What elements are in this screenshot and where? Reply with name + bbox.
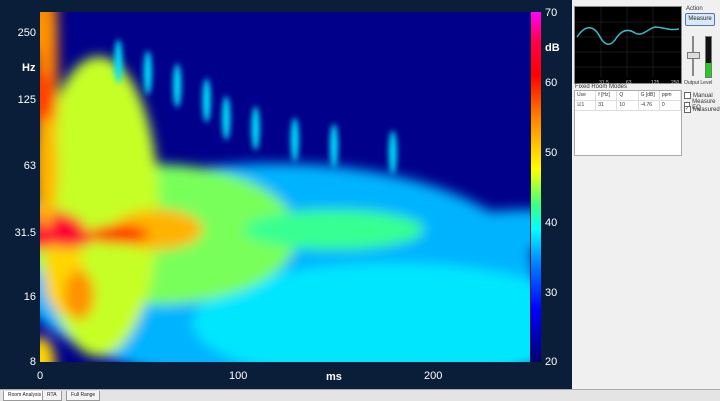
cbar-tick-20: 20	[545, 356, 558, 368]
x-tick-100: 100	[229, 370, 248, 382]
x-tick-0: 0	[37, 370, 44, 382]
checkbox-box-checked[interactable]: ✓	[684, 106, 691, 113]
output-level-label: Output Level	[684, 80, 713, 86]
cbar-tick-50: 50	[545, 147, 558, 159]
level-meter	[705, 36, 712, 78]
mini-tick-125: 125	[651, 80, 660, 86]
heatmap-cell	[64, 270, 95, 321]
heatmap-cell	[222, 96, 231, 141]
cell-q[interactable]: 10	[617, 101, 639, 110]
y-tick-63: 63	[23, 160, 36, 172]
colorbar	[531, 12, 541, 362]
tab-bar: Room Analysis RTA Full Range	[0, 389, 720, 401]
colorbar-unit: dB	[545, 42, 560, 54]
heatmap-cell	[244, 209, 424, 250]
mini-chart-svg	[575, 7, 681, 77]
table-row[interactable]: ☑1 31 10 -4.76 0	[575, 101, 682, 111]
cbar-tick-70: 70	[545, 7, 558, 19]
x-tick-200: 200	[424, 370, 443, 382]
cell-gain[interactable]: -4.76	[639, 101, 660, 110]
measured-checkbox[interactable]: ✓ Measured	[684, 106, 720, 113]
measure-button[interactable]: Measure	[685, 13, 715, 26]
measured-label: Measured	[693, 106, 720, 113]
y-tick-31-5: 31.5	[14, 227, 36, 239]
checkbox-box[interactable]	[684, 92, 691, 99]
manual-label: Manual	[693, 92, 713, 99]
mini-tick-250: 250	[671, 80, 680, 86]
y-tick-250: 250	[17, 27, 36, 39]
decay-heatmap	[40, 12, 530, 362]
x-axis-unit: ms	[326, 371, 342, 383]
col-ppm: ppm	[660, 91, 682, 100]
action-label: Action	[686, 6, 703, 12]
output-level-slider-thumb[interactable]	[687, 52, 700, 59]
y-tick-8: 8	[29, 356, 36, 368]
heatmap-cell	[202, 78, 211, 123]
y-axis-unit: Hz	[22, 62, 36, 74]
heatmap-cell	[44, 227, 95, 248]
cell-use[interactable]: ☑1	[575, 101, 597, 110]
heatmap-cell	[114, 39, 123, 84]
cell-freq[interactable]: 31	[596, 101, 618, 110]
cbar-tick-40: 40	[545, 217, 558, 229]
cbar-tick-60: 60	[545, 77, 558, 89]
col-freq: f [Hz]	[596, 91, 618, 100]
cbar-tick-30: 30	[545, 287, 558, 299]
heatmap-cell	[251, 106, 260, 151]
room-modes-table: Use f [Hz] Q G [dB] ppm ☑1 31 10 -4.76 0	[574, 90, 682, 156]
manual-checkbox[interactable]: Manual	[684, 92, 713, 99]
room-modes-header: Use f [Hz] Q G [dB] ppm	[575, 91, 682, 101]
heatmap-cell	[173, 63, 182, 108]
heatmap-cell	[290, 117, 299, 162]
y-tick-16: 16	[23, 291, 36, 303]
y-tick-125: 125	[17, 94, 36, 106]
heatmap-cell	[388, 130, 397, 175]
cell-ppm[interactable]: 0	[660, 101, 682, 110]
heatmap-cell	[330, 123, 338, 168]
decay-heatmap-panel: 250 Hz 125 63 31.5 16 8 0 100 ms 200 70 …	[0, 0, 572, 389]
heatmap-cell	[143, 50, 152, 95]
col-q: Q	[617, 91, 639, 100]
frequency-response-mini-chart: 31.5 63 125 250	[574, 6, 682, 86]
level-meter-fill	[706, 63, 711, 77]
heatmap-cell	[88, 225, 149, 244]
col-use: Use	[575, 91, 597, 100]
col-gain: G [dB]	[639, 91, 660, 100]
heatmap-svg	[40, 12, 530, 362]
